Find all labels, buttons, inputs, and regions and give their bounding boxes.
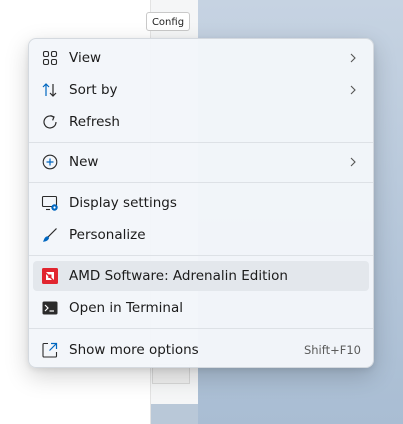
chevron-right-icon [350,85,356,95]
desktop-context-menu: View Sort by Refresh New Display setting… [28,38,374,368]
menu-separator [29,182,373,183]
menu-item-personalize[interactable]: Personalize [33,220,369,250]
menu-item-label: AMD Software: Adrenalin Edition [69,268,288,284]
menu-item-refresh[interactable]: Refresh [33,107,369,137]
shortcut-text: Shift+F10 [303,343,361,357]
config-button[interactable]: Config [146,12,190,31]
new-plus-icon [41,153,59,171]
sort-icon [41,81,59,99]
chevron-right-icon [350,53,356,63]
menu-item-label: Sort by [69,82,118,98]
menu-item-view[interactable]: View [33,43,369,73]
menu-item-display-settings[interactable]: Display settings [33,188,369,218]
menu-item-label: Display settings [69,195,177,211]
menu-item-new[interactable]: New [33,147,369,177]
view-grid-icon [41,49,59,67]
menu-item-label: Personalize [69,227,146,243]
refresh-icon [41,113,59,131]
menu-item-open-in-terminal[interactable]: Open in Terminal [33,293,369,323]
background-thumbnail [151,404,198,424]
menu-item-show-more-options[interactable]: Show more options Shift+F10 [33,335,369,365]
personalize-brush-icon [41,226,59,244]
menu-separator [29,255,373,256]
menu-item-label: Show more options [69,342,199,358]
menu-separator [29,328,373,329]
menu-separator [29,142,373,143]
menu-item-sort-by[interactable]: Sort by [33,75,369,105]
display-settings-icon [41,194,59,212]
menu-item-label: New [69,154,99,170]
terminal-icon [41,299,59,317]
chevron-right-icon [350,157,356,167]
amd-logo-icon [41,267,59,285]
show-more-options-icon [41,341,59,359]
menu-item-label: Open in Terminal [69,300,183,316]
menu-item-label: Refresh [69,114,120,130]
menu-item-label: View [69,50,102,66]
menu-item-amd-software[interactable]: AMD Software: Adrenalin Edition [33,261,369,291]
